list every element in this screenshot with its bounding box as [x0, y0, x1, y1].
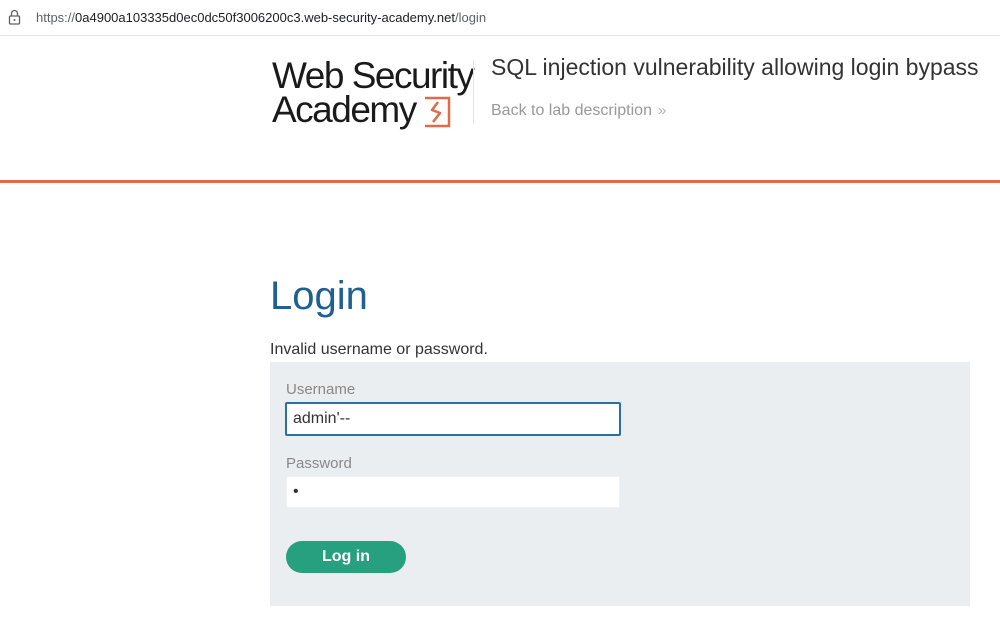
page-title: Login	[270, 274, 368, 318]
login-form: Username Password Log in	[270, 362, 970, 606]
password-label: Password	[286, 455, 352, 472]
password-input[interactable]	[286, 476, 620, 508]
login-button[interactable]: Log in	[286, 541, 406, 573]
address-bar[interactable]: https://0a4900a103335d0ec0dc50f3006200c3…	[0, 0, 1000, 36]
chevron-right-icon: »	[657, 102, 667, 119]
url-host: 0a4900a103335d0ec0dc50f3006200c3.web-sec…	[75, 10, 455, 25]
back-to-lab-link[interactable]: Back to lab description »	[491, 102, 666, 120]
back-link-label: Back to lab description	[491, 102, 652, 119]
header-divider	[473, 60, 474, 124]
academy-logo[interactable]: Web Security Academy	[272, 56, 475, 136]
lab-title: SQL injection vulnerability allowing log…	[491, 54, 979, 80]
lock-icon[interactable]	[8, 9, 21, 25]
username-input[interactable]	[285, 402, 621, 436]
header-rule	[0, 180, 1000, 183]
logo-line2: Academy	[272, 89, 417, 130]
username-label: Username	[286, 381, 356, 398]
url-text[interactable]: https://0a4900a103335d0ec0dc50f3006200c3…	[36, 10, 486, 25]
error-message: Invalid username or password.	[270, 341, 488, 358]
url-path: /login	[454, 10, 487, 25]
url-scheme: https://	[36, 10, 76, 25]
academy-logo-icon	[425, 96, 451, 128]
